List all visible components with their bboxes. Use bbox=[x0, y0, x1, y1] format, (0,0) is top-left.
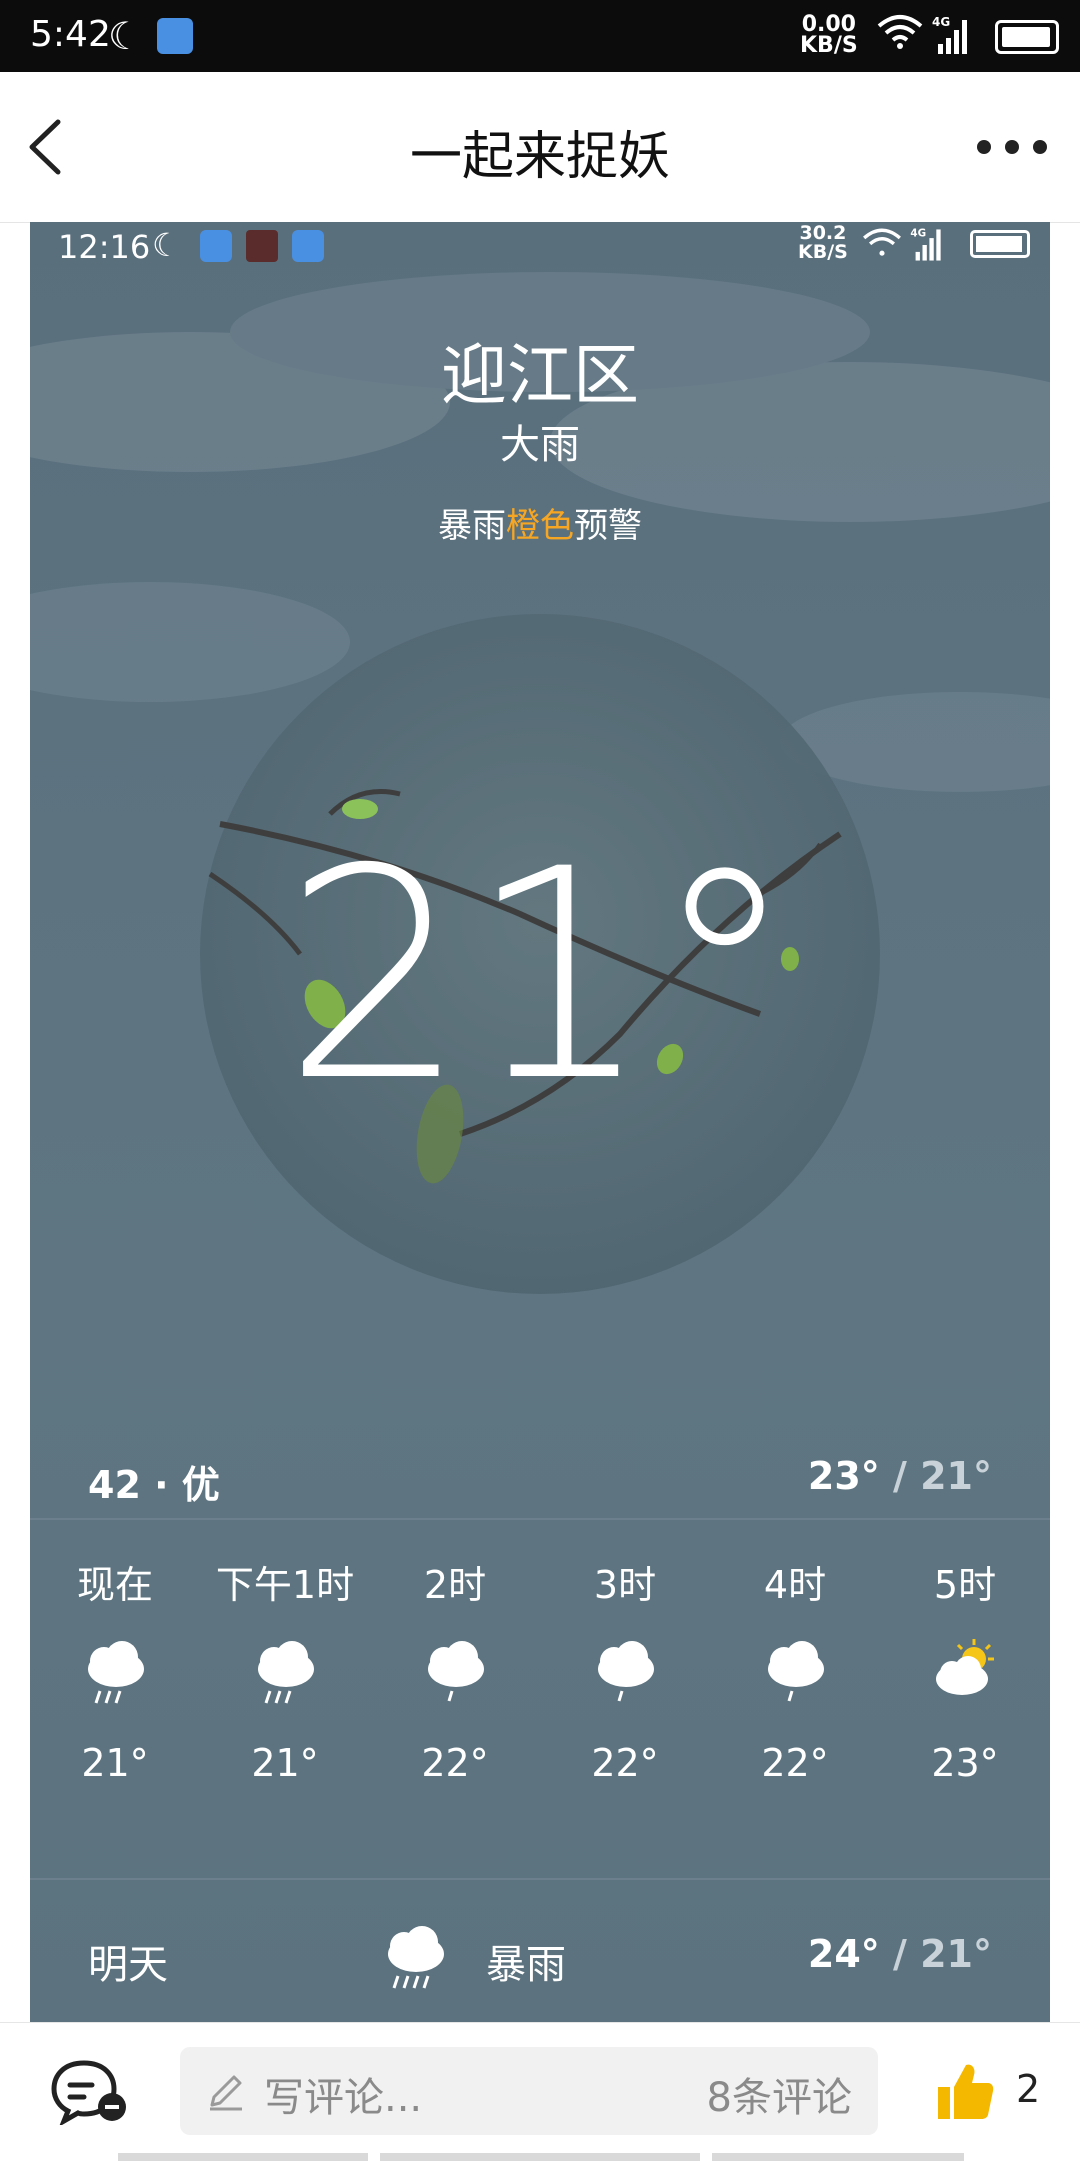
rain-cloud-icon bbox=[88, 1641, 144, 1704]
comment-input[interactable]: 写评论... 8条评论 bbox=[180, 2047, 878, 2135]
hour-temp: 22° bbox=[591, 1741, 659, 1785]
hour-temp: 21° bbox=[81, 1741, 149, 1785]
city-name: 迎江区 bbox=[441, 337, 639, 414]
page-title: 一起来捉妖 bbox=[409, 127, 670, 187]
app-header: 一起来捉妖 bbox=[0, 72, 1080, 223]
wifi-icon bbox=[877, 15, 923, 49]
hour-label: 现在 bbox=[76, 1563, 153, 1607]
moon-icon: ☾ bbox=[152, 226, 181, 264]
forecast-condition: 暴雨 bbox=[486, 1942, 566, 1988]
inner-signal-4g-label: 4G bbox=[910, 227, 926, 239]
today-low: 21° bbox=[920, 1454, 992, 1498]
hourly-item: 5时 23° bbox=[880, 1542, 1050, 1785]
hourly-item: 下午1时 21° bbox=[200, 1542, 370, 1785]
signal-4g-label: 4G bbox=[932, 15, 950, 29]
alert-prefix: 暴雨 bbox=[438, 506, 506, 546]
comment-list-icon[interactable] bbox=[50, 2057, 130, 2125]
hour-temp: 21° bbox=[251, 1741, 319, 1785]
thumbs-up-icon[interactable] bbox=[932, 2059, 996, 2123]
forecast-low: 21° bbox=[920, 1932, 992, 1976]
signal-4g-icon: 4G bbox=[932, 15, 967, 54]
weather-screenshot: 12:16 ☾ 30.2 KB/S 4G 迎江区 大雨 暴雨橙色预警 21° 4… bbox=[30, 222, 1050, 2022]
battery-icon bbox=[970, 230, 1030, 258]
hour-temp: 22° bbox=[761, 1741, 829, 1785]
today-high-low: 23° / 21° bbox=[808, 1454, 992, 1498]
weather-alert[interactable]: 暴雨橙色预警 bbox=[30, 498, 1050, 547]
forecast-day: 明天 bbox=[88, 1942, 168, 1988]
network-speed-unit: KB/S bbox=[800, 33, 858, 58]
moon-icon: ☾ bbox=[108, 14, 143, 58]
drizzle-cloud-icon bbox=[428, 1641, 484, 1702]
forecast-high-low: 24° / 21° bbox=[808, 1932, 992, 1976]
rain-cloud-icon bbox=[388, 1926, 444, 1989]
battery-icon bbox=[995, 20, 1059, 54]
cloud-notification-icon bbox=[292, 230, 324, 262]
partly-sunny-icon bbox=[936, 1639, 994, 1695]
drizzle-cloud-icon bbox=[598, 1641, 654, 1702]
drizzle-cloud-icon bbox=[768, 1641, 824, 1702]
alert-suffix: 预警 bbox=[574, 506, 642, 546]
alert-level: 橙色 bbox=[506, 506, 574, 546]
hour-label: 5时 bbox=[933, 1563, 997, 1607]
network-speed-value: 0.00 bbox=[801, 12, 856, 37]
more-options-button[interactable] bbox=[972, 122, 1052, 172]
app-notification-icon bbox=[246, 230, 278, 262]
divider bbox=[30, 1878, 1050, 1880]
inner-network-speed-unit: KB/S bbox=[798, 241, 848, 263]
comment-count[interactable]: 8条评论 bbox=[707, 2065, 852, 2123]
today-separator: / bbox=[879, 1454, 921, 1498]
forecast-high: 24° bbox=[807, 1932, 880, 1976]
hour-label: 下午1时 bbox=[215, 1563, 355, 1607]
status-bar: 5:42 ☾ 0.00 KB/S 4G bbox=[0, 0, 1080, 72]
wifi-icon bbox=[863, 228, 901, 256]
hour-label: 3时 bbox=[593, 1563, 657, 1607]
hourly-item: 3时 22° bbox=[540, 1542, 710, 1785]
hour-label: 2时 bbox=[423, 1563, 487, 1607]
like-count: 2 bbox=[1016, 2067, 1041, 2111]
current-temperature: 21° bbox=[283, 808, 797, 1145]
weather-condition: 大雨 bbox=[500, 422, 580, 468]
pencil-icon bbox=[210, 2075, 242, 2111]
status-time: 5:42 bbox=[30, 14, 111, 55]
daily-forecast-row[interactable]: 明天 暴雨 24° / 21° bbox=[30, 1912, 1050, 2012]
today-high: 23° bbox=[807, 1454, 880, 1498]
hour-temp: 23° bbox=[931, 1741, 999, 1785]
hourly-item: 现在 21° bbox=[30, 1542, 200, 1785]
shield-icon bbox=[200, 230, 232, 262]
hour-temp: 22° bbox=[421, 1741, 489, 1785]
signal-4g-icon: 4G bbox=[910, 227, 941, 261]
shield-icon bbox=[157, 18, 193, 54]
air-quality[interactable]: 42 · 优 bbox=[88, 1454, 220, 1509]
inner-status-bar: 12:16 ☾ 30.2 KB/S 4G bbox=[30, 222, 1050, 272]
hour-label: 4时 bbox=[763, 1563, 827, 1607]
inner-status-time: 12:16 bbox=[58, 228, 151, 266]
rain-cloud-icon bbox=[258, 1641, 314, 1704]
inner-network-speed: 30.2 KB/S bbox=[798, 224, 848, 262]
hourly-item: 2时 22° bbox=[370, 1542, 540, 1785]
divider bbox=[30, 1518, 1050, 1520]
hourly-forecast[interactable]: 现在 21° 下午1时 21° 2时 22° 3时 22° 4时 22° 5时 … bbox=[30, 1542, 1050, 1862]
temperature-dial: 21° bbox=[200, 614, 880, 1294]
network-speed: 0.00 KB/S bbox=[800, 12, 858, 58]
forecast-separator: / bbox=[879, 1932, 921, 1976]
comment-placeholder: 写评论... bbox=[264, 2075, 423, 2121]
comment-bar: 写评论... 8条评论 2 bbox=[0, 2022, 1080, 2161]
hourly-item: 4时 22° bbox=[710, 1542, 880, 1785]
